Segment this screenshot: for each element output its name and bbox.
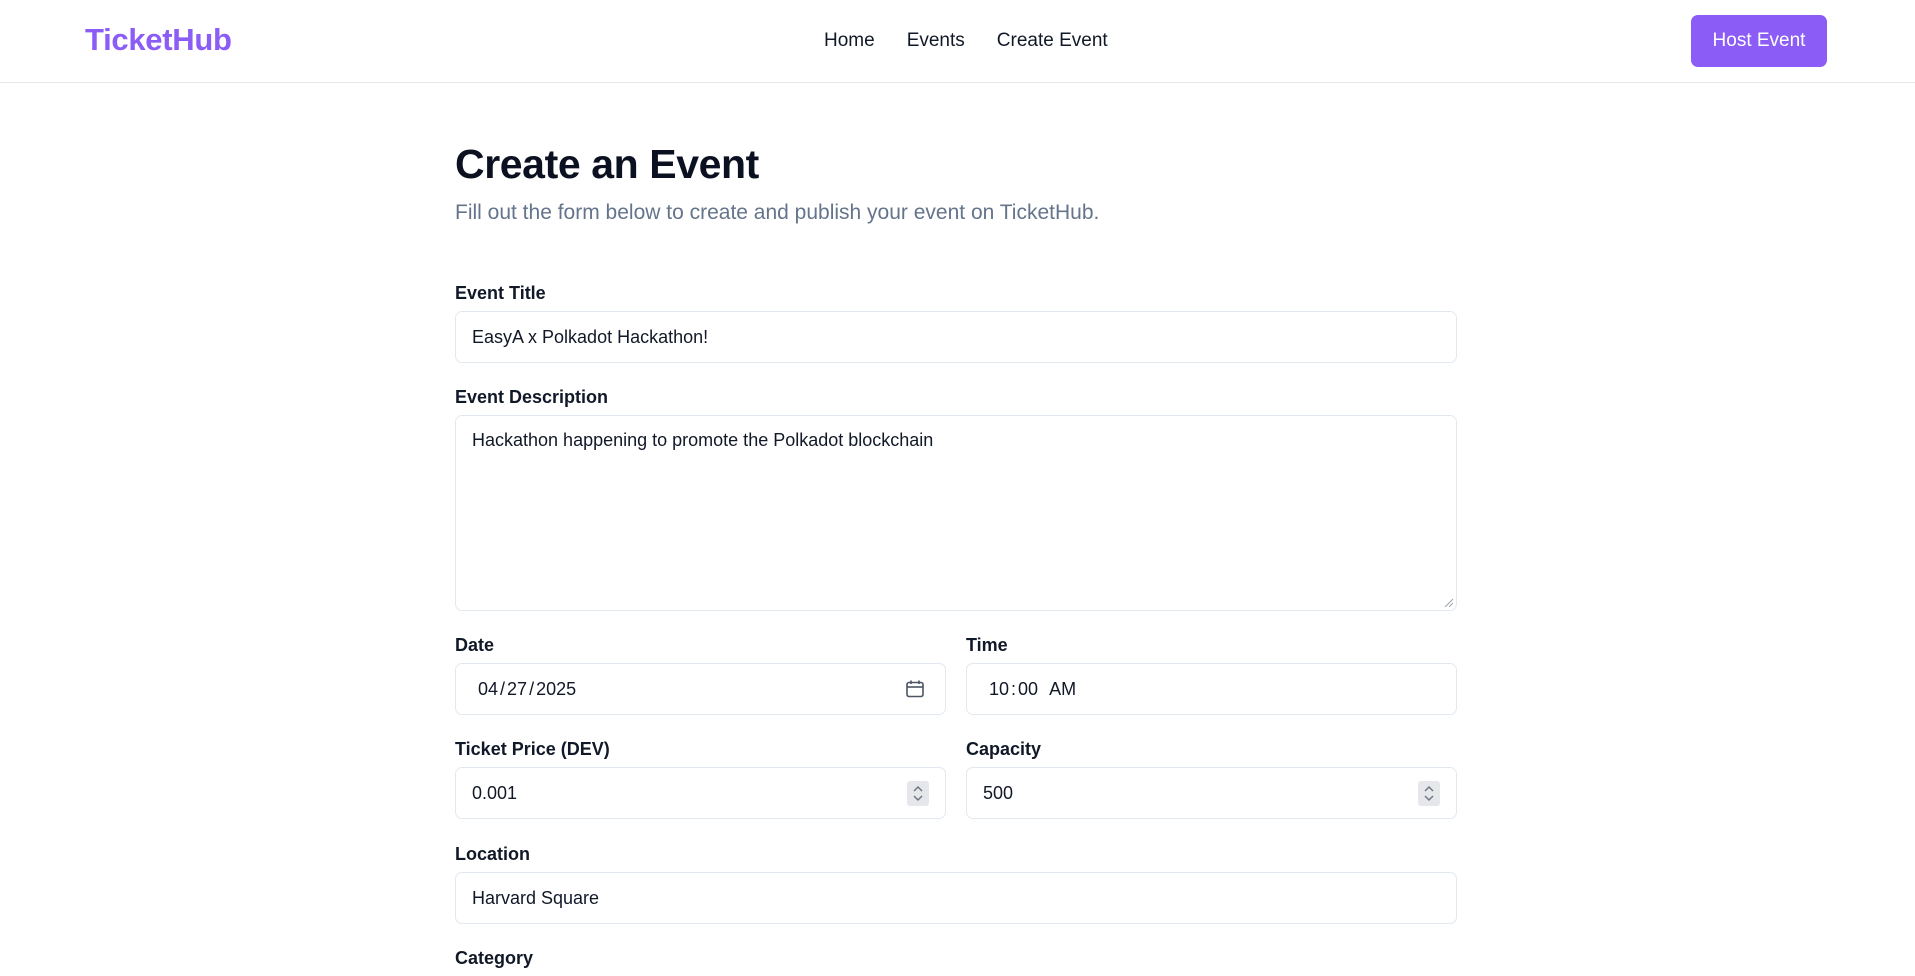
event-title-label: Event Title xyxy=(455,283,546,303)
nav-home[interactable]: Home xyxy=(824,30,875,52)
event-description-value: Hackathon happening to promote the Polka… xyxy=(472,430,934,450)
nav-events[interactable]: Events xyxy=(907,30,965,52)
location-label: Location xyxy=(455,844,530,864)
event-description-textarea[interactable]: Hackathon happening to promote the Polka… xyxy=(455,415,1457,611)
time-separator: : xyxy=(1011,678,1017,699)
time-minute[interactable]: 00 xyxy=(1018,679,1038,700)
date-year[interactable]: 2025 xyxy=(536,679,576,700)
date-day[interactable]: 27 xyxy=(507,679,527,700)
category-field: Category xyxy=(455,948,1457,976)
time-period[interactable]: AM xyxy=(1049,679,1076,700)
date-label: Date xyxy=(455,635,495,655)
resize-handle-icon[interactable] xyxy=(1443,597,1453,607)
date-separator: / xyxy=(500,678,506,699)
location-input[interactable]: Harvard Square xyxy=(455,872,1457,924)
calendar-icon[interactable] xyxy=(905,679,925,699)
capacity-value: 500 xyxy=(983,782,1014,803)
date-separator: / xyxy=(529,678,535,699)
event-title-value: EasyA x Polkadot Hackathon! xyxy=(472,326,709,347)
nav-create-event[interactable]: Create Event xyxy=(997,30,1108,52)
date-field: Date 04 / 27 / 2025 xyxy=(455,635,946,715)
event-title-input[interactable]: EasyA x Polkadot Hackathon! xyxy=(455,311,1457,363)
date-month[interactable]: 04 xyxy=(478,679,498,700)
page-title: Create an Event xyxy=(455,141,759,187)
event-description-label: Event Description xyxy=(455,387,609,407)
capacity-label: Capacity xyxy=(966,739,1042,759)
ticket-price-value: 0.001 xyxy=(472,782,518,803)
main-nav: Home Events Create Event xyxy=(824,30,1108,52)
event-title-field: Event Title EasyA x Polkadot Hackathon! xyxy=(455,283,1457,363)
spinner-icon[interactable] xyxy=(907,781,929,806)
event-description-field: Event Description Hackathon happening to… xyxy=(455,387,1457,611)
top-navbar: TicketHub Home Events Create Event Host … xyxy=(0,0,1915,83)
capacity-input[interactable]: 500 xyxy=(966,767,1457,819)
spinner-icon[interactable] xyxy=(1418,781,1440,806)
time-hour[interactable]: 10 xyxy=(989,679,1009,700)
location-value: Harvard Square xyxy=(472,887,600,908)
capacity-field: Capacity 500 xyxy=(966,739,1457,819)
ticket-price-field: Ticket Price (DEV) 0.001 xyxy=(455,739,946,819)
time-label: Time xyxy=(966,635,1008,655)
location-field: Location Harvard Square xyxy=(455,844,1457,924)
time-field: Time 10 : 00 AM xyxy=(966,635,1457,715)
date-input[interactable]: 04 / 27 / 2025 xyxy=(455,663,946,715)
ticket-price-input[interactable]: 0.001 xyxy=(455,767,946,819)
time-input[interactable]: 10 : 00 AM xyxy=(966,663,1457,715)
logo[interactable]: TicketHub xyxy=(85,22,232,58)
create-event-form-container: Create an Event Fill out the form below … xyxy=(455,140,1457,226)
ticket-price-label: Ticket Price (DEV) xyxy=(455,739,610,759)
host-event-button[interactable]: Host Event xyxy=(1691,15,1827,67)
page-subtitle: Fill out the form below to create and pu… xyxy=(455,201,1100,225)
category-label: Category xyxy=(455,948,534,968)
